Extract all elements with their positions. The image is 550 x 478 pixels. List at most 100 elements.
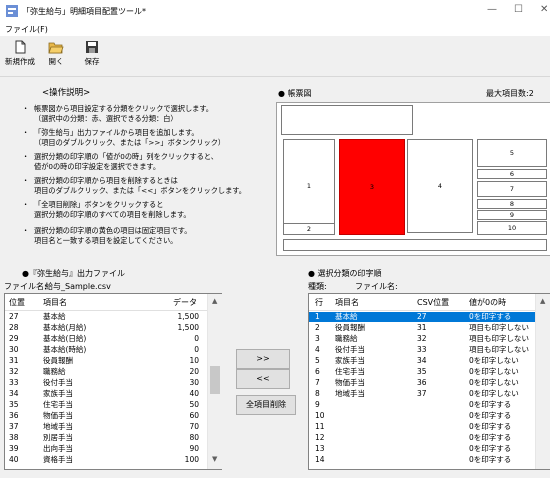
menu-file[interactable]: ファイル(F)	[5, 24, 48, 35]
instruction-item: ・「全項目削除」ボタンをクリックすると 選択分類の印字順のすべての項目を削除しま…	[22, 200, 191, 219]
cell-pos: 37	[9, 422, 19, 431]
instructions-title: <操作説明>	[42, 88, 91, 98]
scroll-up-icon[interactable]: ▲	[212, 297, 217, 305]
cell-data: 0	[194, 334, 199, 343]
close-icon[interactable]: ✕	[540, 4, 548, 15]
cell-zero-value: 0を印字しない	[469, 367, 519, 376]
menu-bar: ファイル(F)	[0, 22, 550, 36]
cell-data: 100	[184, 455, 199, 464]
preview-area-4[interactable]: 4	[407, 139, 473, 233]
preview-area-10[interactable]: 10	[477, 221, 547, 235]
cell-pos: 34	[9, 389, 19, 398]
preview-area-3-selected[interactable]: 3	[339, 139, 405, 235]
preview-footer-area[interactable]	[283, 239, 547, 251]
add-item-button[interactable]: >>	[236, 349, 290, 369]
remove-all-button[interactable]: 全項目削除	[236, 395, 296, 415]
table-row[interactable]: 8 地域手当 37 0を印字しない	[309, 389, 535, 399]
cell-row: 14	[315, 455, 325, 464]
preview-area-5[interactable]: 5	[477, 139, 547, 167]
cell-pos: 31	[9, 356, 19, 365]
source-scrollbar[interactable]: ▲ ▼	[207, 294, 222, 469]
table-row[interactable]: 32 職務給 20	[5, 367, 207, 377]
table-row[interactable]: 7 物価手当 36 0を印字しない	[309, 378, 535, 388]
table-row[interactable]: 5 家族手当 34 0を印字しない	[309, 356, 535, 366]
instruction-item: ・選択分類の印字順から項目を削除するときは 項目のダブルクリック、または「<<」…	[22, 176, 246, 195]
table-row[interactable]: 36 物価手当 60	[5, 411, 207, 421]
preview-area-6[interactable]: 6	[477, 169, 547, 179]
table-row[interactable]: 40 資格手当 100	[5, 455, 207, 465]
table-row[interactable]: 37 地域手当 70	[5, 422, 207, 432]
cell-zero-value: 0を印字する	[469, 444, 512, 453]
cell-data: 0	[194, 345, 199, 354]
order-grid[interactable]: 行 項目名 CSV位置 値が0の時 1 基本給 27 0を印字する 2 役員報酬 31 項目も…	[308, 293, 550, 470]
col-zero-value[interactable]: 値が0の時	[469, 297, 506, 308]
remove-item-button[interactable]: <<	[236, 369, 290, 389]
table-row[interactable]: 6 住宅手当 35 0を印字しない	[309, 367, 535, 377]
col-name[interactable]: 項目名	[43, 297, 67, 308]
preview-area-9[interactable]: 9	[477, 210, 547, 220]
table-row[interactable]: 33 役付手当 30	[5, 378, 207, 388]
table-row[interactable]: 14 0を印字する	[309, 455, 535, 465]
table-row[interactable]: 3 職務給 32 項目も印字しない	[309, 334, 535, 344]
table-row[interactable]: 27 基本給 1,500	[5, 312, 207, 322]
preview-header-area[interactable]	[281, 105, 413, 135]
cell-name: 基本給(月給)	[43, 323, 87, 332]
table-row[interactable]: 28 基本給(月給) 1,500	[5, 323, 207, 333]
table-row[interactable]: 39 出向手当 90	[5, 444, 207, 454]
table-row[interactable]: 11 0を印字する	[309, 422, 535, 432]
cell-pos: 29	[9, 334, 19, 343]
table-row[interactable]: 38 別居手当 80	[5, 433, 207, 443]
preview-area-7[interactable]: 7	[477, 181, 547, 197]
preview-area-8[interactable]: 8	[477, 199, 547, 209]
scroll-up-icon[interactable]: ▲	[540, 297, 545, 305]
cell-data: 1,500	[177, 323, 199, 332]
col-row[interactable]: 行	[315, 297, 323, 308]
cell-item-name: 役付手当	[335, 345, 365, 354]
cell-name: 基本給(時給)	[43, 345, 87, 354]
maximize-icon[interactable]: ☐	[514, 4, 523, 15]
table-row[interactable]: 9 0を印字する	[309, 400, 535, 410]
app-icon	[6, 5, 18, 17]
preview-area-1[interactable]: 1	[283, 139, 335, 233]
table-row[interactable]: 34 家族手当 40	[5, 389, 207, 399]
cell-zero-value: 0を印字する	[469, 433, 512, 442]
table-row[interactable]: 1 基本給 27 0を印字する	[309, 312, 535, 322]
source-grid[interactable]: 位置 項目名 データ 27 基本給 1,500 28 基本給(月給) 1,500 29 基本給…	[4, 293, 222, 470]
cell-zero-value: 項目も印字しない	[469, 334, 529, 343]
table-row[interactable]: 31 役員報酬 10	[5, 356, 207, 366]
col-item-name[interactable]: 項目名	[335, 297, 359, 308]
cell-row: 1	[315, 312, 320, 321]
minimize-icon[interactable]: —	[487, 4, 497, 15]
table-row[interactable]: 4 役付手当 33 項目も印字しない	[309, 345, 535, 355]
table-row[interactable]: 30 基本給(時給) 0	[5, 345, 207, 355]
order-scrollbar[interactable]: ▲	[535, 294, 550, 469]
new-button[interactable]: 新規作成	[2, 36, 38, 74]
table-row[interactable]: 35 住宅手当 50	[5, 400, 207, 410]
cell-name: 資格手当	[43, 455, 73, 464]
scroll-down-icon[interactable]: ▼	[212, 455, 217, 463]
cell-row: 12	[315, 433, 325, 442]
cell-row: 10	[315, 411, 325, 420]
cell-name: 役付手当	[43, 378, 73, 387]
cell-item-name: 役員報酬	[335, 323, 365, 332]
table-row[interactable]: 2 役員報酬 31 項目も印字しない	[309, 323, 535, 333]
scroll-thumb[interactable]	[210, 366, 220, 394]
new-file-icon	[15, 40, 26, 54]
cell-data: 80	[189, 433, 199, 442]
cell-item-name: 地域手当	[335, 389, 365, 398]
table-row[interactable]: 10 0を印字する	[309, 411, 535, 421]
table-row[interactable]: 12 0を印字する	[309, 433, 535, 443]
save-button[interactable]: 保存	[74, 36, 110, 74]
col-data[interactable]: データ	[173, 297, 197, 308]
source-grid-header: 位置 項目名 データ	[5, 294, 207, 311]
col-csv-pos[interactable]: CSV位置	[417, 297, 449, 308]
table-row[interactable]: 13 0を印字する	[309, 444, 535, 454]
preview-area-2[interactable]: 2	[283, 223, 335, 235]
instruction-item: ・帳票図から項目設定する分類をクリックで選択します。 （選択中の分類：赤、選択で…	[22, 104, 213, 123]
cell-data: 70	[189, 422, 199, 431]
form-preview: 1 3 4 2 5 6 7 8 9 10	[276, 102, 550, 256]
cell-pos: 32	[9, 367, 19, 376]
open-button[interactable]: 開く	[38, 36, 74, 74]
table-row[interactable]: 29 基本給(日給) 0	[5, 334, 207, 344]
col-pos[interactable]: 位置	[9, 297, 25, 308]
